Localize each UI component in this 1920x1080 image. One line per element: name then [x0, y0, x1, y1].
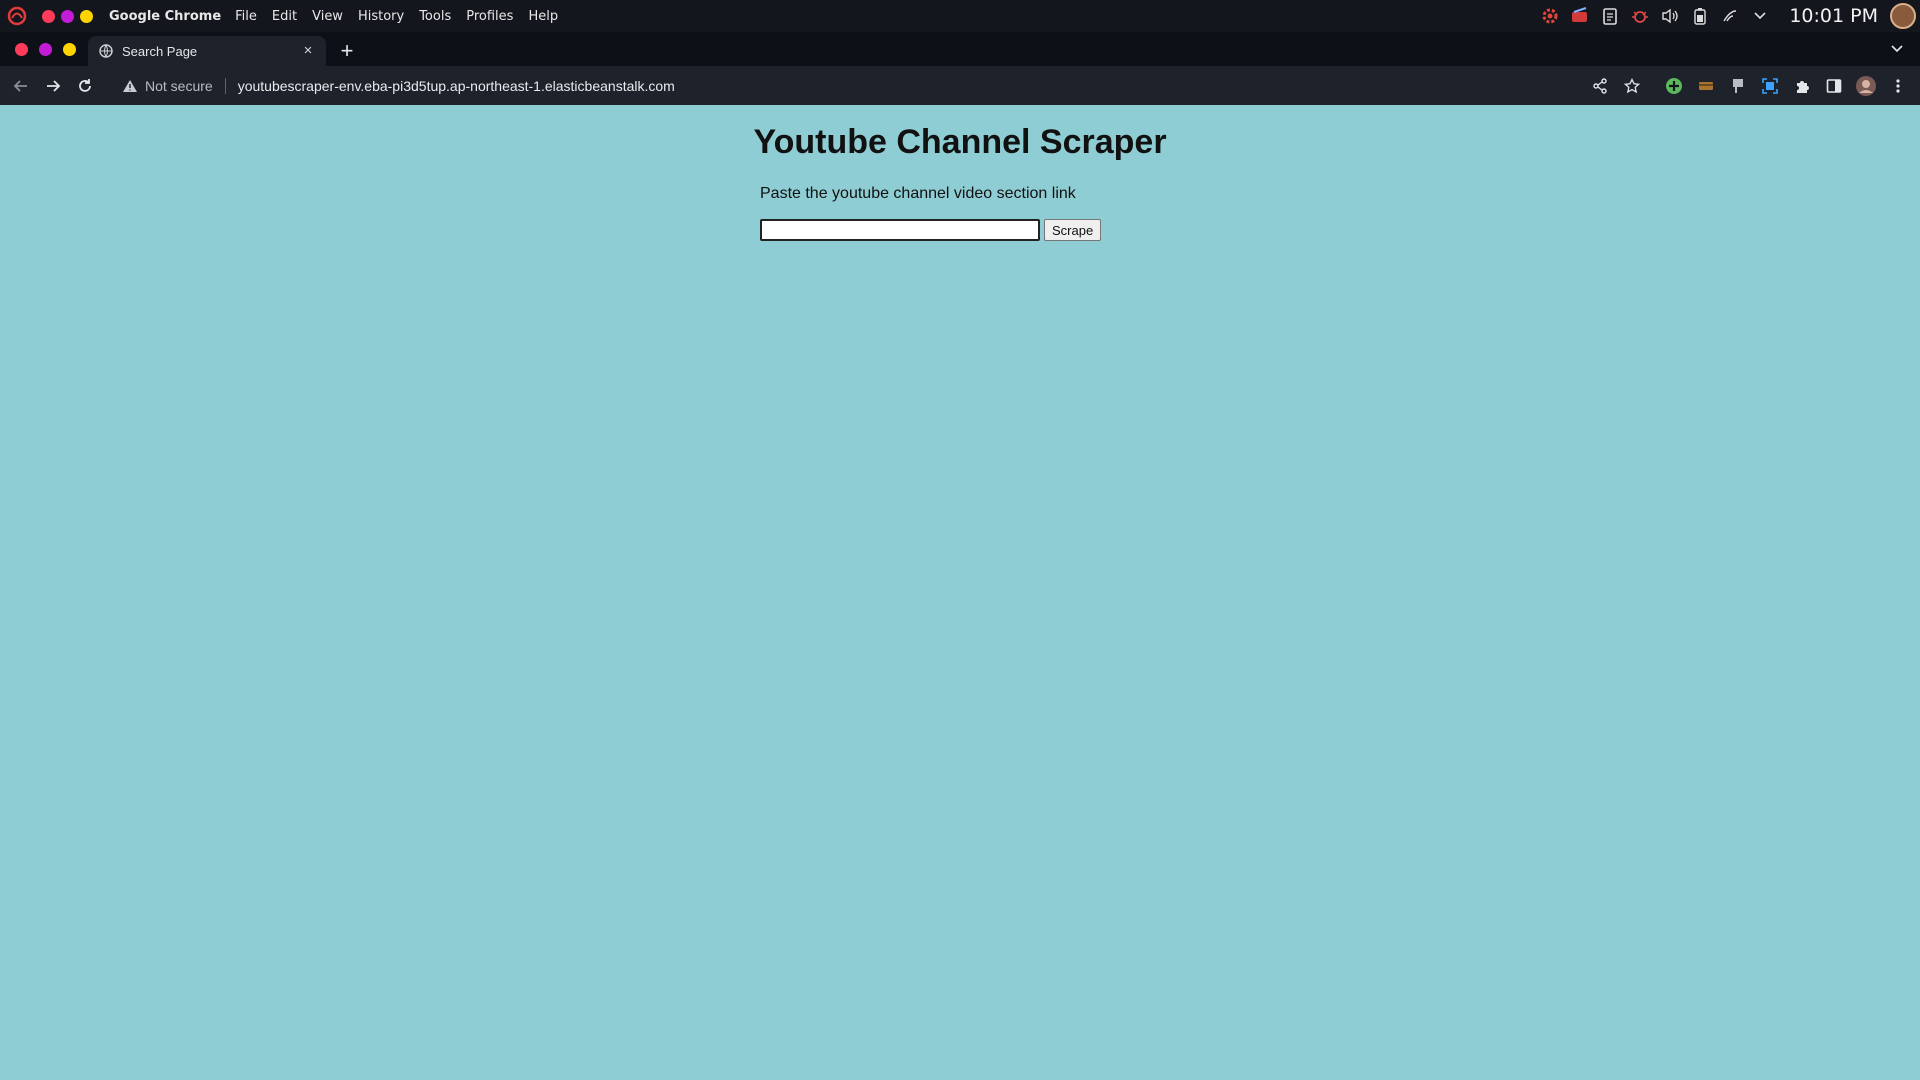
forward-arrow-icon[interactable] — [37, 70, 69, 102]
bookmark-star-icon[interactable] — [1616, 70, 1648, 102]
menu-profiles[interactable]: Profiles — [466, 9, 513, 24]
tab-title: Search Page — [122, 43, 198, 59]
more-menu-icon[interactable] — [1882, 70, 1914, 102]
notification-badge-icon[interactable] — [1569, 5, 1591, 27]
toolbar-actions — [1584, 66, 1914, 105]
menu-help[interactable]: Help — [528, 9, 558, 24]
instruction-text: Paste the youtube channel video section … — [760, 185, 1076, 202]
security-label[interactable]: Not secure — [145, 78, 213, 94]
menu-tools[interactable]: Tools — [419, 9, 451, 24]
extensions-puzzle-icon[interactable] — [1786, 70, 1818, 102]
profile-avatar-icon[interactable] — [1850, 70, 1882, 102]
page-content: Youtube Channel Scraper Paste the youtub… — [0, 105, 1920, 1080]
tab-search-page[interactable]: Search Page × — [88, 36, 326, 66]
side-panel-icon[interactable] — [1818, 70, 1850, 102]
os-window-dots — [42, 9, 99, 23]
chevron-down-icon[interactable] — [1749, 5, 1771, 27]
tab-search-chevron-icon[interactable] — [1888, 40, 1906, 58]
window-controls — [0, 32, 88, 66]
channel-link-input[interactable] — [760, 219, 1040, 241]
close-window-icon[interactable] — [15, 42, 28, 56]
menu-edit[interactable]: Edit — [272, 9, 297, 24]
menu-file[interactable]: File — [235, 9, 257, 24]
user-avatar[interactable] — [1890, 3, 1916, 29]
omnibox-divider — [224, 77, 226, 94]
minimize-window-icon[interactable] — [39, 42, 52, 56]
tab-strip: Search Page × + — [0, 32, 1920, 66]
red-dot-icon[interactable] — [42, 9, 55, 23]
battery-icon[interactable] — [1689, 5, 1711, 27]
yellow-dot-icon[interactable] — [80, 9, 93, 23]
scrape-button[interactable]: Scrape — [1044, 219, 1102, 241]
page-title: Youtube Channel Scraper — [753, 123, 1167, 161]
volume-icon[interactable] — [1659, 5, 1681, 27]
address-bar[interactable]: Not secure youtubescraper-env.eba-pi3d5t… — [121, 70, 675, 102]
system-tray: 10:01 PM — [1535, 0, 1920, 32]
app-name[interactable]: Google Chrome — [109, 9, 221, 24]
os-top-bar: Google Chrome File Edit View History Too… — [0, 0, 1920, 32]
bug-icon[interactable] — [1629, 5, 1651, 27]
settings-cog-icon[interactable] — [1539, 5, 1561, 27]
new-tab-button[interactable]: + — [332, 36, 362, 66]
wifi-icon[interactable] — [1719, 5, 1741, 27]
extension-flag-icon[interactable] — [1722, 70, 1754, 102]
extension-card-icon[interactable] — [1690, 70, 1722, 102]
clock[interactable]: 10:01 PM — [1789, 5, 1878, 27]
scrape-form: Scrape — [760, 219, 1102, 241]
share-icon[interactable] — [1584, 70, 1616, 102]
screen-capture-icon[interactable] — [1754, 70, 1786, 102]
reload-icon[interactable] — [69, 70, 101, 102]
extension-plus-icon[interactable] — [1658, 70, 1690, 102]
magenta-dot-icon[interactable] — [61, 9, 74, 23]
menu-history[interactable]: History — [358, 9, 404, 24]
warning-icon[interactable] — [121, 77, 139, 95]
browser-toolbar: Not secure youtubescraper-env.eba-pi3d5t… — [0, 66, 1920, 105]
back-arrow-icon[interactable] — [5, 70, 37, 102]
os-logo-icon[interactable] — [6, 5, 28, 27]
close-tab-icon[interactable]: × — [300, 43, 316, 59]
clipboard-icon[interactable] — [1599, 5, 1621, 27]
menu-view[interactable]: View — [312, 9, 343, 24]
globe-icon — [98, 43, 114, 59]
url-text[interactable]: youtubescraper-env.eba-pi3d5tup.ap-north… — [238, 78, 675, 94]
maximize-window-icon[interactable] — [63, 42, 76, 56]
